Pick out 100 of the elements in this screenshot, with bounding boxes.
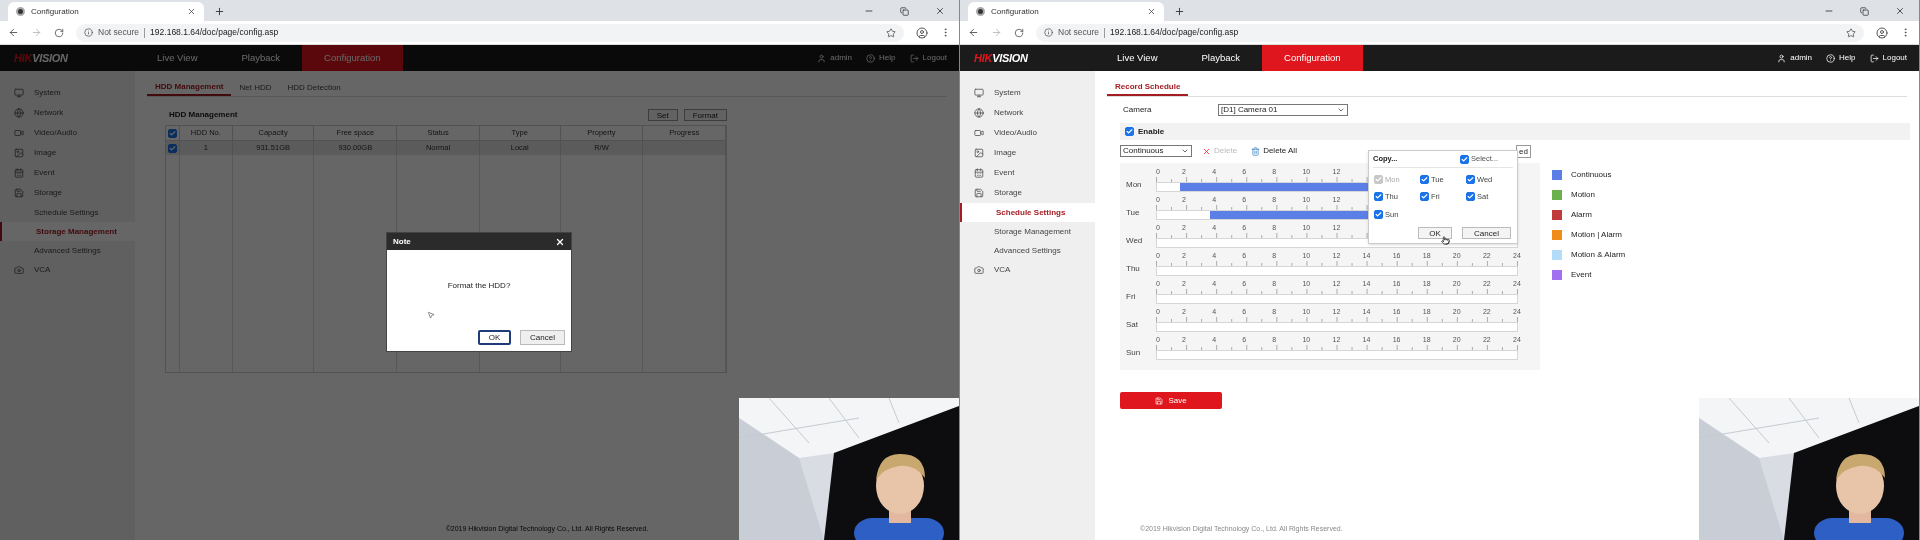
dialog-button[interactable]: OK [478,330,511,345]
checkbox[interactable] [1125,127,1134,136]
info-icon [84,28,93,37]
legend-label: Alarm [1571,209,1592,221]
sidebar-item[interactable]: Event [960,163,1095,183]
user-icon [817,53,827,63]
profile-icon[interactable] [916,26,928,39]
profile-icon[interactable] [1876,26,1888,39]
toolbar-button[interactable]: ed [1516,144,1531,158]
security-label: Not secure [98,26,140,39]
popup-button[interactable]: OK [1418,227,1452,239]
video-camera-icon [14,128,24,138]
user-name: admin [1790,52,1813,64]
nav-tab[interactable]: Live View [135,45,220,71]
camera-select[interactable]: [D1] Camera 01 [1218,104,1348,116]
sidebar-item[interactable]: VCA [960,260,1095,280]
restore-icon[interactable] [900,6,909,16]
browser-tab[interactable]: Configuration [8,2,204,21]
sidebar-item[interactable]: Schedule Settings [960,203,1095,222]
monitor-icon [14,88,24,98]
favicon-icon [976,7,985,16]
bookmark-icon[interactable] [886,27,896,38]
reload-icon[interactable] [1014,27,1024,38]
nav-tab[interactable]: Configuration [1262,45,1363,71]
url-text: 192.168.1.64/doc/page/config.asp [1110,26,1239,39]
dialog-message: Format the HDD? [447,280,511,292]
day-label: Fri [1126,291,1137,303]
chevron-down-icon [1337,106,1345,114]
bookmark-icon[interactable] [1846,27,1856,38]
day-label: Mon [1126,179,1143,191]
legend-label: Continuous [1571,169,1612,181]
checkbox[interactable] [1420,192,1429,202]
delete-all-button[interactable]: Delete All [1263,145,1297,157]
nav-tab[interactable]: Playback [1179,45,1263,71]
help-icon [866,53,876,63]
address-field[interactable]: Not secure 192.168.1.64/doc/page/config.asp [76,23,904,42]
sidebar-item[interactable]: Storage [960,183,1095,203]
sidebar-item[interactable]: Video/Audio [960,123,1095,143]
legend-label: Motion | Alarm [1571,229,1622,241]
logo: HIKVISION [13,50,69,66]
close-icon[interactable] [1895,6,1905,16]
checkbox[interactable] [1460,154,1469,164]
help-link[interactable]: Help [1839,52,1856,64]
user-name: admin [830,52,853,64]
day-label: Sun [1126,347,1142,359]
checkbox[interactable] [1466,175,1475,185]
back-icon[interactable] [968,27,979,38]
logout-icon [1869,53,1879,63]
address-field[interactable]: Not secure 192.168.1.64/doc/page/config.asp [1036,23,1864,42]
close-icon[interactable] [935,6,945,16]
user-icon [1777,53,1787,63]
logout-link[interactable]: Logout [1882,52,1907,64]
nav-tab[interactable]: Live View [1095,45,1180,71]
new-tab-icon[interactable] [1174,6,1185,17]
checkbox[interactable] [1374,192,1383,202]
logout-link[interactable]: Logout [922,52,947,64]
image-icon [14,148,24,158]
hand-cursor-icon [1441,236,1450,245]
browser-tab[interactable]: Configuration [968,2,1164,21]
checkbox[interactable] [1420,175,1429,185]
camera-icon [14,265,24,275]
dialog-title: Note [393,235,411,248]
cursor-icon [427,311,435,319]
table-title: HDD Management [169,109,238,121]
sidebar-item[interactable]: System [960,83,1095,103]
popup-button[interactable]: Cancel [1462,227,1511,239]
type-select[interactable]: Continuous [1120,145,1192,157]
day-label: Sat [1126,319,1139,331]
logo: HIKVISION [973,50,1029,66]
monitor-icon [974,88,984,98]
globe-icon [14,108,24,118]
video-camera-icon [974,128,984,138]
legend-label: Motion & Alarm [1571,249,1626,261]
logout-icon [909,53,919,63]
legend-label: Event [1571,269,1592,281]
day-label: Wed [1126,235,1144,247]
reload-icon[interactable] [54,27,64,38]
checkbox[interactable] [167,128,177,138]
back-icon[interactable] [8,27,19,38]
checkbox[interactable] [1466,192,1475,202]
calendar-icon [974,168,984,178]
checkbox[interactable] [167,143,177,153]
close-icon[interactable] [555,236,565,247]
dialog-button[interactable]: Cancel [520,330,565,345]
save-button[interactable]: Save [1120,392,1222,409]
checkbox[interactable] [1374,209,1383,219]
help-link[interactable]: Help [879,52,896,64]
enable-label: Enable [1138,125,1165,138]
delete-icon [1202,146,1211,156]
sidebar-item[interactable]: Advanced Settings [960,241,1095,260]
url-text: 192.168.1.64/doc/page/config.asp [150,26,279,39]
sidebar-item[interactable]: Network [960,103,1095,123]
sidebar-item[interactable]: Image [960,143,1095,163]
day-label: Thu [1126,263,1141,275]
new-tab-icon[interactable] [214,6,225,17]
sub-tab[interactable]: Record Schedule [1107,79,1189,96]
restore-icon[interactable] [1860,6,1869,16]
sidebar-item[interactable]: Storage Management [960,222,1095,241]
help-icon [1826,53,1836,63]
chevron-down-icon [1181,147,1189,155]
